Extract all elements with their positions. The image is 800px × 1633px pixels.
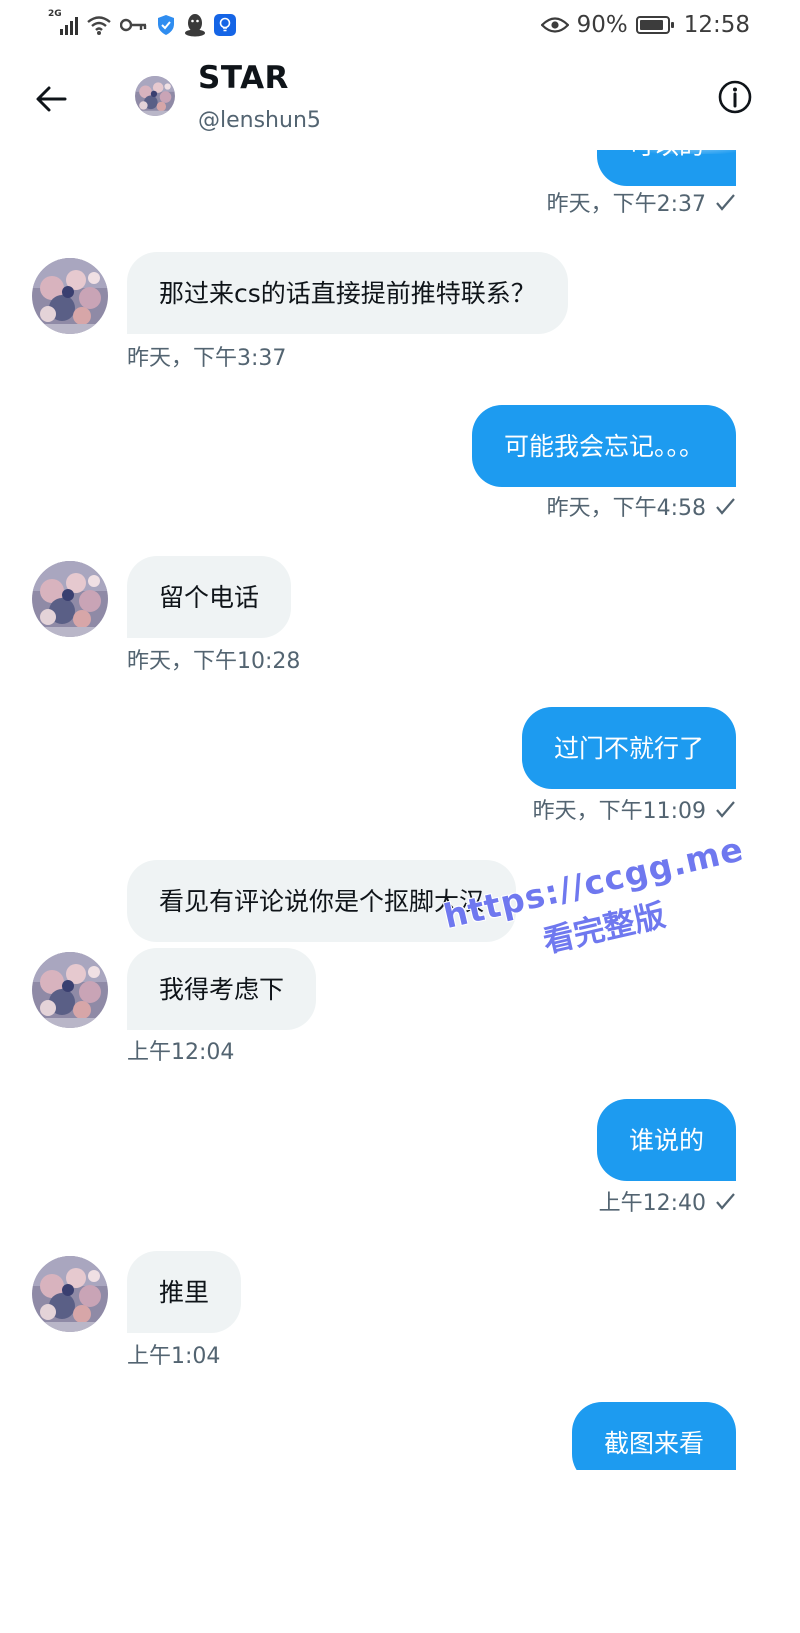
contact-avatar[interactable] — [32, 561, 108, 637]
message-bubble-outgoing[interactable]: 截图来看 — [571, 1402, 736, 1470]
message-timestamp: 上午1:04 — [127, 1344, 221, 1369]
message-partial-bottom: 截图来看 — [0, 1402, 800, 1470]
read-check-icon — [716, 1193, 735, 1210]
info-button[interactable] — [716, 78, 754, 116]
message-timestamp: 昨天，下午4:58 — [547, 490, 736, 522]
read-check-icon — [716, 194, 735, 211]
message-bubble-outgoing[interactable]: 过门不就行了 — [521, 707, 736, 789]
read-check-icon — [716, 498, 735, 515]
back-arrow-icon — [36, 86, 67, 112]
back-button[interactable] — [30, 78, 72, 120]
message-bubble-outgoing[interactable]: 可以的 — [596, 150, 736, 186]
info-icon — [718, 80, 752, 114]
header-avatar[interactable] — [135, 76, 175, 116]
contact-avatar[interactable] — [32, 952, 108, 1028]
message-bubble-outgoing[interactable]: 谁说的 — [596, 1099, 736, 1181]
message-bubble-incoming[interactable]: 推里 — [127, 1251, 242, 1333]
message-timestamp: 昨天，下午2:37 — [547, 186, 736, 218]
message-timestamp: 昨天，下午11:09 — [533, 793, 736, 825]
contact-avatar[interactable] — [32, 258, 108, 334]
contact-name[interactable]: STAR — [198, 60, 289, 96]
message-bubble-incoming[interactable]: 那过来cs的话直接提前推特联系？ — [127, 252, 568, 334]
read-check-icon — [716, 801, 735, 818]
message-partial-top: 可以的 — [0, 150, 800, 186]
contact-avatar[interactable] — [32, 1256, 108, 1332]
contact-handle: @lenshun5 — [198, 108, 321, 133]
conversation-header: STAR @lenshun5 — [0, 50, 800, 150]
message-timestamp: 上午12:04 — [127, 1040, 235, 1065]
message-bubble-incoming[interactable]: 我得考虑下 — [127, 948, 317, 1030]
message-timestamp: 昨天，下午3:37 — [127, 346, 287, 371]
conversation: 可以的 昨天，下午2:37 那过来cs的话直接提前推特联系？ 昨天，下午3:37… — [0, 0, 800, 1633]
message-bubble-incoming[interactable]: 留个电话 — [127, 556, 292, 638]
message-timestamp: 昨天，下午10:28 — [127, 649, 301, 674]
message-bubble-outgoing[interactable]: 可能我会忘记。。。 — [471, 405, 736, 487]
message-timestamp: 上午12:40 — [599, 1185, 736, 1217]
